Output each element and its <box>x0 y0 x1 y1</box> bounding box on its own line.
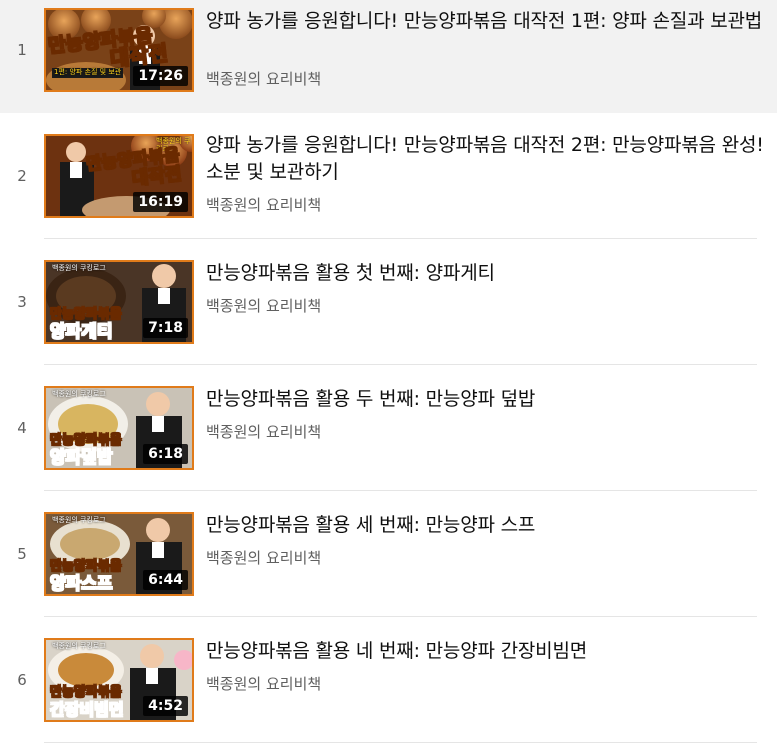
video-title[interactable]: 양파 농가를 응원합니다! 만능양파볶음 대작전 1편: 양파 손질과 보관법 <box>206 8 766 35</box>
video-thumbnail[interactable]: 백종원의 쿠킹로그 만능양파볶음 간장비빔면 4:52 <box>44 638 194 722</box>
channel-name[interactable]: 백종원의 요리비책 <box>206 421 321 442</box>
thumbnail-caption-2: 간장비빔면 <box>50 700 125 719</box>
playlist-item[interactable]: 3 백종원의 쿠킹로그 만능양파볶음 양파게티 7:18 만능양파볶음 활용 첫… <box>0 239 777 365</box>
duration-badge: 7:18 <box>143 318 188 338</box>
video-thumbnail[interactable]: 백종원의 쿠킹로그 만능양파볶음 양파게티 7:18 <box>44 260 194 344</box>
thumbnail-caption: 만능양파볶음 <box>50 307 123 322</box>
divider <box>44 742 757 743</box>
item-index: 4 <box>17 419 27 437</box>
playlist-item[interactable]: 1 만능양파볶음 대작전 1편: 양파 손질 및 보관 17:26 양파 농가를… <box>0 0 777 113</box>
video-title[interactable]: 만능양파볶음 활용 첫 번째: 양파게티 <box>206 260 766 287</box>
thumbnail-caption: 만능양파볶음 <box>50 559 123 574</box>
channel-name[interactable]: 백종원의 요리비책 <box>206 295 321 316</box>
video-thumbnail[interactable]: 만능양파볶음 대작전 1편: 양파 손질 및 보관 17:26 <box>44 8 194 92</box>
thumbnail-subtitle: 1편: 양파 손질 및 보관 <box>52 68 124 78</box>
video-thumbnail[interactable]: 백종원의 쿠킹로그 만능양파볶음 양파스프 6:44 <box>44 512 194 596</box>
video-title[interactable]: 만능양파볶음 활용 두 번째: 만능양파 덮밥 <box>206 386 766 413</box>
video-title[interactable]: 양파 농가를 응원합니다! 만능양파볶음 대작전 2편: 만능양파볶음 완성! … <box>206 132 766 186</box>
duration-badge: 6:18 <box>143 444 188 464</box>
playlist-item[interactable]: 4 백종원의 쿠킹로그 만능양파볶음 양파덮밥 6:18 만능양파볶음 활용 두… <box>0 365 777 491</box>
video-title[interactable]: 만능양파볶음 활용 네 번째: 만능양파 간장비빔면 <box>206 638 766 665</box>
item-index: 2 <box>17 167 27 185</box>
channel-name[interactable]: 백종원의 요리비책 <box>206 673 321 694</box>
video-thumbnail[interactable]: 백종원의 쿠킹로그 만능양파볶음 대작전 16:19 <box>44 134 194 218</box>
thumbnail-caption-2: 대작전 <box>130 163 183 190</box>
thumbnail-caption-2: 양파게티 <box>50 322 114 342</box>
channel-name[interactable]: 백종원의 요리비책 <box>206 194 321 215</box>
thumbnail-caption: 만능양파볶음 <box>50 433 123 448</box>
channel-name[interactable]: 백종원의 요리비책 <box>206 547 321 568</box>
video-title[interactable]: 만능양파볶음 활용 세 번째: 만능양파 스프 <box>206 512 766 539</box>
duration-badge: 16:19 <box>133 192 188 212</box>
channel-badge: 백종원의 쿠킹로그 <box>52 516 106 524</box>
thumbnail-caption-2: 양파덮밥 <box>50 448 114 468</box>
channel-badge: 백종원의 쿠킹로그 <box>52 390 106 398</box>
thumbnail-caption: 만능양파볶음 <box>50 685 123 700</box>
duration-badge: 4:52 <box>143 696 188 716</box>
playlist-item[interactable]: 2 백종원의 쿠킹로그 만능양파볶음 대작전 16:19 양파 농가를 응원합니… <box>0 113 777 239</box>
channel-badge: 백종원의 쿠킹로그 <box>52 642 106 650</box>
playlist-item[interactable]: 5 백종원의 쿠킹로그 만능양파볶음 양파스프 6:44 만능양파볶음 활용 세… <box>0 491 777 617</box>
thumbnail-caption-2: 양파스프 <box>50 574 114 594</box>
video-thumbnail[interactable]: 백종원의 쿠킹로그 만능양파볶음 양파덮밥 6:18 <box>44 386 194 470</box>
playlist-item[interactable]: 6 백종원의 쿠킹로그 만능양파볶음 간장비빔면 4:52 만능양파볶음 활용 … <box>0 617 777 743</box>
channel-name[interactable]: 백종원의 요리비책 <box>206 68 321 89</box>
duration-badge: 6:44 <box>143 570 188 590</box>
item-index: 1 <box>17 41 27 59</box>
item-index: 6 <box>17 671 27 689</box>
duration-badge: 17:26 <box>133 66 188 86</box>
item-index: 3 <box>17 293 27 311</box>
channel-badge: 백종원의 쿠킹로그 <box>52 264 106 272</box>
item-index: 5 <box>17 545 27 563</box>
